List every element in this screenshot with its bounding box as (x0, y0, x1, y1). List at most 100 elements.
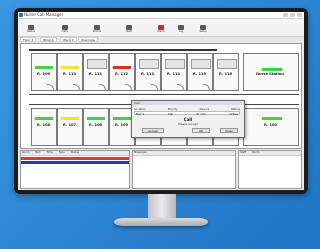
status-bar-alarm (113, 66, 131, 69)
status-bar-ok (262, 68, 282, 71)
tab-wing-a[interactable]: Wing A (40, 37, 57, 42)
wall (29, 49, 217, 51)
room-113[interactable]: R. 113 (135, 53, 161, 91)
status-bar-ok (262, 117, 282, 120)
nurse-station-label: Nurse Station (256, 72, 284, 76)
toolbar-status-label: Status (27, 30, 35, 33)
room-107[interactable]: R. 107 (57, 108, 83, 146)
toolbar: Status Calls Rooms Staff Alarm Log Setup (18, 24, 304, 37)
toolbar-calls-button[interactable]: Calls (58, 25, 72, 35)
tab-bar: Floor 1 Wing A Ward 2 Overview (18, 37, 304, 42)
messages-title: Messages (134, 151, 147, 154)
room-114[interactable]: R. 114 (161, 53, 187, 91)
room-111[interactable]: R. 111 (83, 53, 109, 91)
room-116[interactable]: R. 116 (213, 53, 239, 91)
room-label: R. 114 (167, 72, 180, 76)
title-bar: Nurse Call Manager (18, 12, 304, 19)
monitor: Nurse Call Manager File View Tools Help … (14, 8, 308, 194)
dialog-title: Call (132, 101, 244, 105)
room-label: R. 113 (141, 72, 154, 76)
window-controls (283, 13, 302, 17)
ok-button[interactable]: OK (192, 128, 210, 133)
toolbar-rooms-label: Rooms (92, 30, 102, 33)
dialog-cell-device: R. 112 (196, 112, 206, 116)
room-115[interactable]: R. 115 (187, 53, 213, 91)
tab-floor-1[interactable]: Floor 1 (20, 37, 37, 42)
toolbar-alarm-label: Alarm (157, 30, 165, 33)
bed (139, 59, 159, 69)
room-label: R. 116 (219, 72, 232, 76)
dialog-cell-priority: Call (167, 112, 173, 116)
alarm-row[interactable] (21, 161, 129, 164)
accept-button[interactable]: Accept (142, 128, 164, 133)
nurse-station[interactable]: Nurse Station (243, 53, 299, 91)
close-button[interactable] (297, 13, 302, 17)
room-label: R. 107 (63, 123, 76, 127)
room-110[interactable]: R. 110 (57, 53, 83, 91)
messages-header: Messages (133, 151, 235, 156)
bed (165, 59, 185, 69)
room-112[interactable]: R. 112 (109, 53, 135, 91)
dialog-call-subtext: Please accept (178, 122, 198, 126)
alarms-col-bed: Bed (35, 151, 41, 154)
staff-header: Staff Room (239, 151, 301, 156)
room-109[interactable]: R. 109 (31, 53, 57, 91)
status-bar-pending (61, 117, 79, 120)
monitor-stand-base (114, 218, 208, 226)
room-label: R. 115 (193, 72, 206, 76)
tab-ward-2[interactable]: Ward 2 (60, 37, 77, 42)
status-bar-ok (35, 117, 53, 120)
room-label: R. 110 (63, 72, 76, 76)
dialog-cell-status: Active (229, 112, 238, 116)
close-dialog-button[interactable]: Close (220, 128, 238, 133)
bed (87, 59, 107, 69)
room-108[interactable]: R. 108 (31, 108, 57, 146)
toolbar-rooms-button[interactable]: Rooms (90, 25, 104, 35)
room-106[interactable]: R. 106 (83, 108, 109, 146)
alarm-row[interactable] (21, 157, 129, 160)
staff-col-room: Room (252, 151, 260, 154)
toolbar-staff-label: Staff (126, 30, 132, 33)
status-bar-ok (87, 117, 105, 120)
dialog-cell-location: Bed 1 (136, 112, 145, 116)
toolbar-setup-button[interactable]: Setup (196, 25, 210, 35)
monitor-stand-neck (148, 194, 176, 220)
alarms-header: Room Bed Time Type Status (21, 151, 129, 156)
staff-col-name: Staff (240, 151, 247, 154)
toolbar-log-label: Log (178, 30, 184, 33)
toolbar-log-button[interactable]: Log (174, 25, 188, 35)
corridor-wall (29, 94, 299, 95)
alarms-col-time: Time (46, 151, 53, 154)
toolbar-staff-button[interactable]: Staff (122, 25, 136, 35)
app-window: Nurse Call Manager File View Tools Help … (18, 12, 304, 190)
room-label: R. 105 (115, 123, 128, 127)
alarms-col-status: Status (70, 151, 80, 154)
bottom-panels: Room Bed Time Type Status Messages Staff… (20, 150, 302, 189)
room-100[interactable]: R. 100 (243, 108, 299, 146)
tab-overview[interactable]: Overview (78, 37, 99, 42)
toolbar-status-button[interactable]: Status (24, 25, 38, 35)
app-logo-icon (19, 13, 23, 17)
room-label: R. 106 (89, 123, 102, 127)
bed (191, 59, 211, 69)
call-dialog[interactable]: Call Location Priority Device Status Bed… (131, 100, 245, 138)
toolbar-alarm-button[interactable]: Alarm (154, 25, 168, 35)
alarms-panel: Room Bed Time Type Status (20, 150, 130, 189)
room-label: R. 109 (37, 72, 50, 76)
messages-panel: Messages (132, 150, 236, 189)
staff-panel: Staff Room (238, 150, 302, 189)
minimize-button[interactable] (283, 13, 288, 17)
status-bar-ok (35, 66, 53, 69)
dialog-call-row[interactable]: Bed 1 Call R. 112 Active (134, 111, 240, 116)
room-label: R. 112 (115, 72, 128, 76)
status-bar-ok (113, 117, 131, 120)
alarms-col-type: Type (58, 151, 65, 154)
app-title: Nurse Call Manager (24, 12, 64, 17)
alarms-col-room: Room (22, 151, 30, 154)
status-bar-pending (61, 66, 79, 69)
room-label: R. 100 (264, 123, 277, 127)
toolbar-setup-label: Setup (199, 30, 207, 33)
maximize-button[interactable] (290, 13, 295, 17)
toolbar-calls-label: Calls (62, 30, 68, 33)
bed (217, 59, 237, 69)
